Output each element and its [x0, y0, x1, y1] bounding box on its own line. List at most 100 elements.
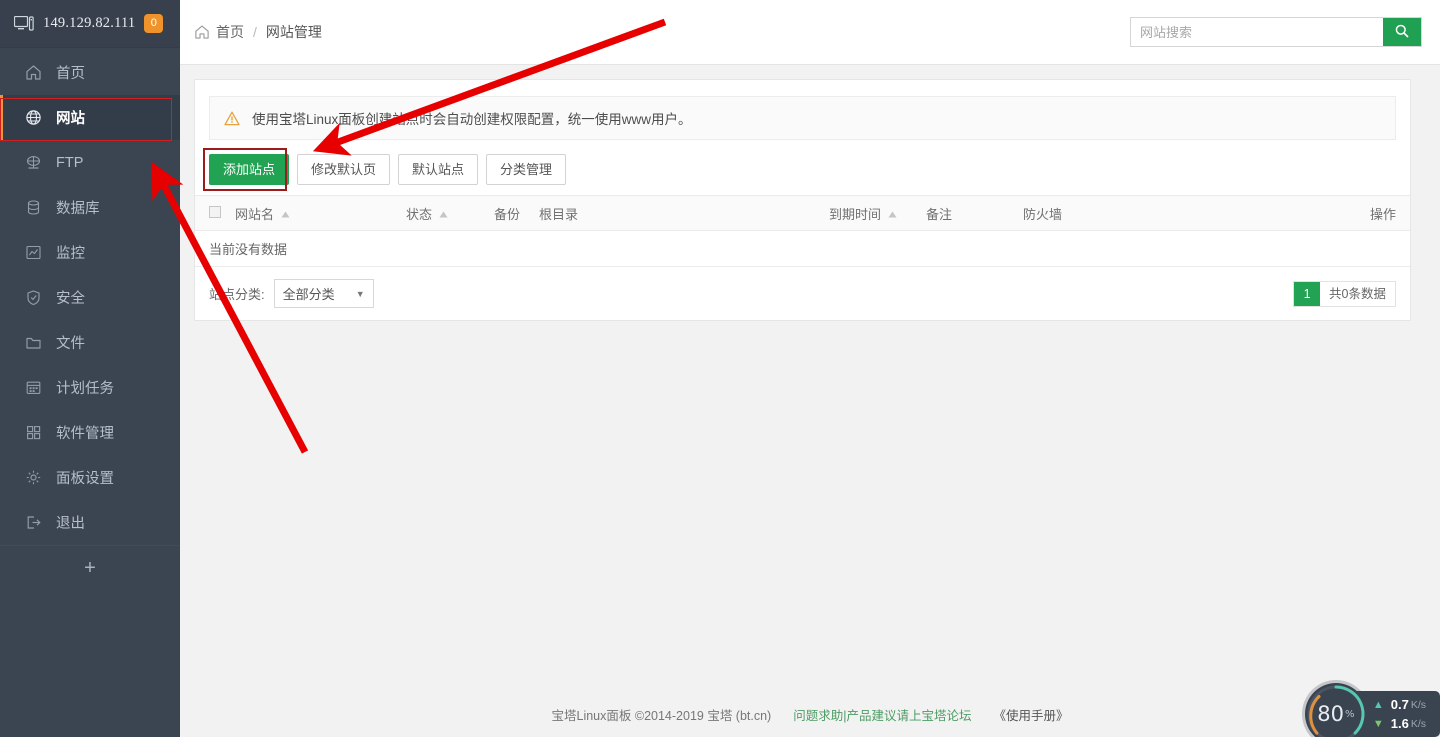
category-select[interactable]: 全部分类 ▼ — [273, 279, 374, 308]
sidebar-item-label: 面板设置 — [56, 471, 114, 487]
notice-text: 使用宝塔Linux面板创建站点时会自动创建权限配置，统一使用www用户。 — [252, 112, 692, 127]
sort-ascending-icon[interactable] — [439, 206, 448, 221]
category-select-value: 全部分类 — [282, 287, 335, 302]
site-table: 网站名 状态 备份 根目录 到期时间 备注 防火墙 操作 当前没有数据 — [195, 195, 1410, 267]
arrow-down-icon: ▼ — [1372, 717, 1384, 730]
sidebar-item-label: 计划任务 — [56, 381, 114, 397]
upload-rate-row: ▲ 0.7 K/s — [1373, 695, 1426, 714]
table-header: 网站名 状态 备份 根目录 到期时间 备注 防火墙 操作 — [195, 195, 1410, 231]
total-records-label: 共0条数据 — [1329, 286, 1386, 301]
sidebar-item-security[interactable]: 安全 — [0, 275, 180, 320]
chevron-down-icon: ▼ — [355, 288, 365, 299]
sidebar-item-label: 监控 — [56, 246, 85, 262]
sidebar-item-cron[interactable]: 计划任务 — [0, 365, 180, 410]
footer-forum-link[interactable]: 问题求助|产品建议请上宝塔论坛 — [793, 705, 971, 724]
search-button[interactable] — [1383, 18, 1421, 46]
upload-rate-unit: K/s — [1410, 698, 1426, 711]
download-rate-unit: K/s — [1410, 717, 1426, 730]
table-body: 当前没有数据 — [195, 230, 1410, 267]
notification-badge[interactable]: 0 — [144, 14, 164, 33]
grid-icon — [24, 424, 42, 442]
upload-rate-value: 0.7 — [1390, 697, 1409, 712]
column-site-name[interactable]: 网站名 — [221, 195, 406, 231]
page-number-1[interactable]: 1 — [1294, 281, 1321, 306]
warning-icon — [224, 111, 240, 126]
sidebar-item-settings[interactable]: 面板设置 — [0, 455, 180, 500]
download-rate-row: ▼ 1.6 K/s — [1373, 714, 1426, 733]
sort-ascending-icon[interactable] — [888, 206, 897, 221]
column-label: 根目录 — [539, 206, 579, 222]
sidebar-nav: 首页 网站 FTP 数据库 监控 安全 文件 计划任务 软件管理 面板设置 退出 — [0, 48, 180, 545]
modify-default-page-button[interactable]: 修改默认页 — [297, 154, 391, 185]
page-footer: 宝塔Linux面板 ©2014-2019 宝塔 (bt.cn) 问题求助|产品建… — [180, 691, 1440, 737]
footer-copyright: 宝塔Linux面板 ©2014-2019 宝塔 (bt.cn) — [551, 708, 772, 723]
sidebar-item-label: 软件管理 — [56, 426, 114, 442]
sidebar-item-home[interactable]: 首页 — [0, 50, 180, 95]
globe-icon — [24, 109, 42, 127]
server-ip: 149.129.82.111 — [43, 15, 136, 31]
column-label: 防火墙 — [1023, 206, 1063, 222]
breadcrumb: 首页 / 网站管理 — [194, 22, 322, 42]
select-all-checkbox[interactable] — [209, 205, 221, 218]
resource-monitor-widget[interactable]: 80% ▲ 0.7 K/s ▼ 1.6 K/s — [1304, 683, 1440, 737]
sidebar-item-label: 文件 — [56, 336, 85, 352]
sidebar-item-label: 数据库 — [56, 201, 100, 217]
sidebar-item-ftp[interactable]: FTP — [0, 140, 180, 185]
logout-icon — [24, 514, 42, 532]
sidebar-item-database[interactable]: 数据库 — [0, 185, 180, 230]
sidebar: 149.129.82.111 0 首页 网站 FTP 数据库 监控 安全 文件 … — [0, 0, 180, 737]
arrow-up-icon: ▲ — [1372, 698, 1384, 711]
column-label: 备注 — [926, 206, 953, 222]
sidebar-item-label: 首页 — [56, 66, 85, 82]
search-input[interactable] — [1131, 18, 1383, 46]
sidebar-item-files[interactable]: 文件 — [0, 320, 180, 365]
default-site-button[interactable]: 默认站点 — [398, 154, 479, 185]
website-panel: 使用宝塔Linux面板创建站点时会自动创建权限配置，统一使用www用户。 添加站… — [194, 79, 1411, 321]
monitor-icon — [13, 15, 34, 32]
sidebar-item-monitor[interactable]: 监控 — [0, 230, 180, 275]
sidebar-item-website[interactable]: 网站 — [0, 95, 180, 140]
sidebar-item-label: 退出 — [56, 516, 85, 532]
column-remark: 备注 — [926, 195, 1023, 231]
sidebar-header: 149.129.82.111 0 — [0, 0, 180, 48]
panel-page: 149.129.82.111 0 首页 网站 FTP 数据库 监控 安全 文件 … — [0, 0, 1440, 737]
table-header-checkbox-cell — [195, 195, 221, 231]
sidebar-add-button[interactable]: + — [0, 545, 180, 590]
column-label: 操作 — [1369, 206, 1396, 222]
column-expire-time[interactable]: 到期时间 — [829, 195, 926, 231]
sidebar-item-label: 网站 — [56, 111, 85, 127]
add-site-button[interactable]: 添加站点 — [209, 154, 290, 185]
notice-banner: 使用宝塔Linux面板创建站点时会自动创建权限配置，统一使用www用户。 — [209, 96, 1396, 140]
breadcrumb-home[interactable]: 首页 — [216, 22, 244, 42]
sort-ascending-icon[interactable] — [281, 206, 290, 221]
footer-manual-link[interactable]: 《使用手册》 — [993, 705, 1068, 724]
shield-icon — [24, 289, 42, 307]
search-icon — [1394, 23, 1410, 42]
category-manage-button[interactable]: 分类管理 — [486, 154, 567, 185]
breadcrumb-current: 网站管理 — [265, 24, 322, 40]
column-root-dir: 根目录 — [539, 195, 829, 231]
column-label: 状态 — [406, 206, 433, 222]
ftp-icon — [24, 154, 42, 172]
category-filter-label: 站点分类: — [209, 287, 265, 302]
toolbar: 添加站点 修改默认页 默认站点 分类管理 — [195, 140, 1410, 195]
gear-icon — [24, 469, 42, 487]
cpu-percent-text: 80% — [1305, 683, 1367, 737]
table-header-row: 网站名 状态 备份 根目录 到期时间 备注 防火墙 操作 — [195, 195, 1410, 231]
cpu-percent-unit: % — [1344, 708, 1355, 720]
sidebar-item-logout[interactable]: 退出 — [0, 500, 180, 545]
sidebar-item-software[interactable]: 软件管理 — [0, 410, 180, 455]
column-status[interactable]: 状态 — [406, 195, 494, 231]
cpu-percent-value: 80 — [1317, 702, 1344, 726]
main-content: 首页 / 网站管理 网站搜索 使用宝塔Linux面板创建站点时会自动创建权限配置… — [180, 0, 1440, 737]
download-rate-value: 1.6 — [1390, 716, 1409, 731]
column-backup: 备份 — [494, 195, 539, 231]
column-firewall: 防火墙 — [1023, 195, 1273, 231]
table-empty-row: 当前没有数据 — [195, 230, 1410, 267]
search-box — [1130, 17, 1422, 47]
folder-icon — [24, 334, 42, 352]
calendar-icon — [24, 379, 42, 397]
category-filter: 站点分类: 全部分类 ▼ — [209, 279, 374, 308]
top-bar: 首页 / 网站管理 — [180, 0, 1440, 65]
pagination: 1 共0条数据 — [1293, 280, 1396, 307]
